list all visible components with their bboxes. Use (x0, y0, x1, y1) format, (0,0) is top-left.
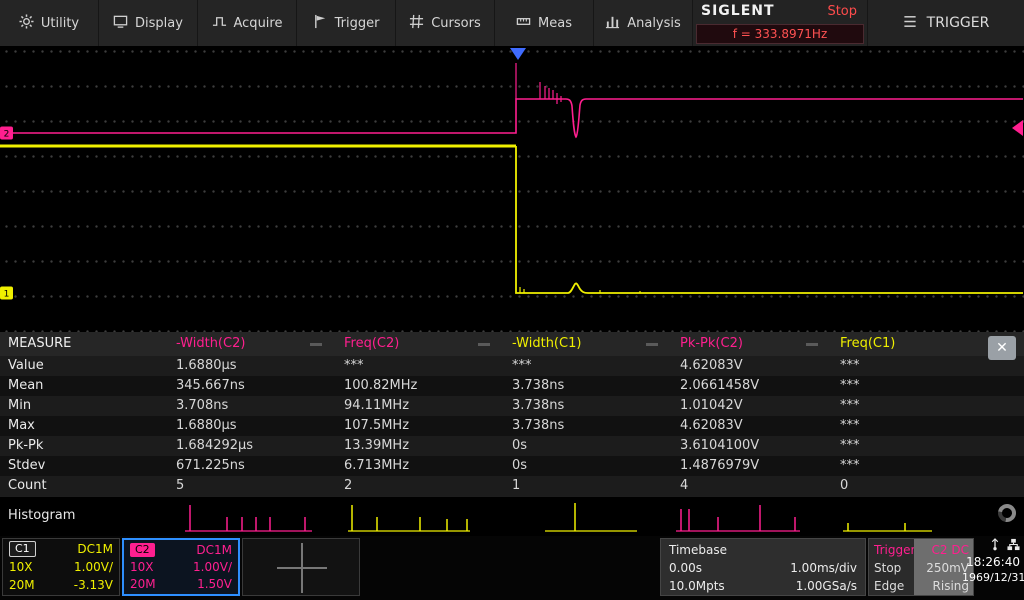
c2-trace (0, 98, 1023, 139)
flag-icon (313, 14, 328, 33)
list-icon (903, 14, 917, 33)
menu-item-utility[interactable]: Utility (0, 0, 99, 46)
channel1-coupling: DC1M (77, 542, 113, 556)
measure-row-count: Count 5 2 1 4 0 (0, 476, 1024, 496)
channel1-bandwidth: 20M (9, 578, 35, 592)
timebase-samplerate: 1.00GSa/s (795, 579, 857, 593)
channel2-badge: C2 (130, 543, 155, 557)
measure-row-stdev: Stdev 671.225ns 6.713MHz 0s 1.4876979V *… (0, 456, 1024, 476)
brand-panel: SIGLENT Stop f = 333.8971Hz (693, 0, 868, 46)
measure-col-pkpk-c2[interactable]: Pk-Pk(C2) (672, 332, 832, 356)
stat-dash-icon (646, 343, 658, 346)
svg-text:1: 1 (4, 290, 10, 300)
c2-offset-marker[interactable]: 2 (0, 126, 13, 140)
histogram-strip: Histogram (0, 496, 1024, 536)
measure-row-max: Max 1.6880µs 107.5MHz 3.738ns 4.62083V *… (0, 416, 1024, 436)
trigger-mode: Stop (874, 561, 902, 575)
stat-dash-icon (310, 343, 322, 346)
pulse-icon (212, 14, 227, 33)
timebase-scale: 1.00ms/div (790, 561, 857, 575)
siglent-logo: SIGLENT (701, 3, 775, 19)
measure-col-width-c1[interactable]: -Width(C1) (504, 332, 672, 356)
display-icon (113, 14, 128, 33)
plus-icon (301, 543, 303, 593)
channel1-attenuation: 10X (9, 560, 33, 574)
channel2-descriptor[interactable]: C2 DC1M 10X 1.00V/ 20M 1.50V (122, 538, 240, 596)
trigger-descriptor[interactable]: Trigger Stop Edge C2 DC 250mV Rising (868, 538, 974, 596)
menu-item-trigger[interactable]: Trigger (297, 0, 396, 46)
menu-item-label: Cursors (431, 15, 481, 31)
measure-col-freq-c2[interactable]: Freq(C2) (336, 332, 504, 356)
measure-row-value: Value 1.6880µs *** *** 4.62083V *** (0, 356, 1024, 376)
menu-item-display[interactable]: Display (99, 0, 198, 46)
menu-item-label: Trigger (334, 15, 380, 31)
trigger-level-marker[interactable] (1012, 120, 1023, 136)
menu-item-label: Display (135, 15, 183, 31)
channel1-scale: 1.00V/ (74, 560, 113, 574)
c1-offset-marker[interactable]: 1 (0, 286, 13, 300)
add-channel-button[interactable] (242, 538, 360, 596)
run-state-indicator[interactable]: Stop (827, 4, 857, 19)
menu-item-label: Meas (538, 15, 572, 31)
channel1-offset: -3.13V (73, 578, 113, 592)
channel1-badge: C1 (9, 541, 36, 557)
trigger-menu-button[interactable]: TRIGGER (868, 0, 1024, 46)
timebase-memory: 10.0Mpts (669, 579, 725, 593)
ruler-icon (516, 14, 531, 33)
channel2-scale: 1.00V/ (193, 560, 232, 574)
menu-bar: Utility Display Acquire Trigger Cursors … (0, 0, 1024, 46)
measure-row-min: Min 3.708ns 94.11MHz 3.738ns 1.01042V **… (0, 396, 1024, 416)
histogram-plot (185, 503, 932, 532)
channel2-bandwidth: 20M (130, 577, 156, 591)
channel1-descriptor[interactable]: C1 DC1M 10X 1.00V/ 20M -3.13V (2, 538, 120, 596)
close-icon: ✕ (996, 340, 1008, 356)
timebase-descriptor[interactable]: Timebase 0.00s 1.00ms/div 10.0Mpts 1.00G… (660, 538, 866, 596)
stat-dash-icon (806, 343, 818, 346)
clock-time: 18:26:40 (966, 555, 1020, 569)
measure-col-width-c2[interactable]: -Width(C2) (168, 332, 336, 356)
trigger-menu-label: TRIGGER (926, 15, 990, 31)
c1-trace-right (515, 146, 1023, 294)
measure-panel: MEASURE -Width(C2) Freq(C2) -Width(C1) P… (0, 332, 1024, 496)
stat-dash-icon (478, 343, 490, 346)
c2-trace-noise (515, 63, 562, 104)
menu-item-acquire[interactable]: Acquire (198, 0, 297, 46)
menu-item-meas[interactable]: Meas (495, 0, 594, 46)
timebase-label: Timebase (669, 543, 727, 557)
measure-row-pkpk: Pk-Pk 1.684292µs 13.39MHz 0s 3.6104100V … (0, 436, 1024, 456)
menu-item-label: Analysis (627, 15, 681, 31)
trigger-label: Trigger (874, 543, 916, 557)
network-icon (1007, 538, 1020, 554)
gear-icon (19, 13, 34, 33)
clock-panel: 18:26:40 1969/12/31 (962, 536, 1024, 600)
trigger-type: Edge (874, 579, 905, 593)
measure-header-row: MEASURE -Width(C2) Freq(C2) -Width(C1) P… (0, 332, 1024, 356)
measure-row-mean: Mean 345.667ns 100.82MHz 3.738ns 2.06614… (0, 376, 1024, 396)
status-bar: C1 DC1M 10X 1.00V/ 20M -3.13V C2 DC1M 10… (0, 536, 1024, 600)
trigger-frequency-readout: f = 333.8971Hz (696, 24, 864, 44)
clock-date: 1969/12/31 (962, 571, 1024, 584)
menu-item-label: Utility (40, 15, 80, 31)
menu-item-label: Acquire (233, 15, 283, 31)
trigger-position-marker[interactable] (510, 48, 526, 60)
waveform-display[interactable]: 2 1 (0, 46, 1024, 332)
menu-item-cursors[interactable]: Cursors (396, 0, 495, 46)
measure-title: MEASURE (8, 336, 72, 351)
svg-text:2: 2 (4, 130, 10, 140)
close-measure-button[interactable]: ✕ (988, 336, 1016, 360)
chart-icon (605, 14, 620, 33)
menu-item-analysis[interactable]: Analysis (594, 0, 693, 46)
cursors-icon (409, 14, 424, 33)
channel2-attenuation: 10X (130, 560, 154, 574)
channel2-offset: 1.50V (197, 577, 232, 591)
timebase-delay: 0.00s (669, 561, 702, 575)
waveform-traces: 2 1 (0, 48, 1023, 300)
usb-icon (990, 538, 1000, 554)
channel2-coupling: DC1M (196, 543, 232, 557)
